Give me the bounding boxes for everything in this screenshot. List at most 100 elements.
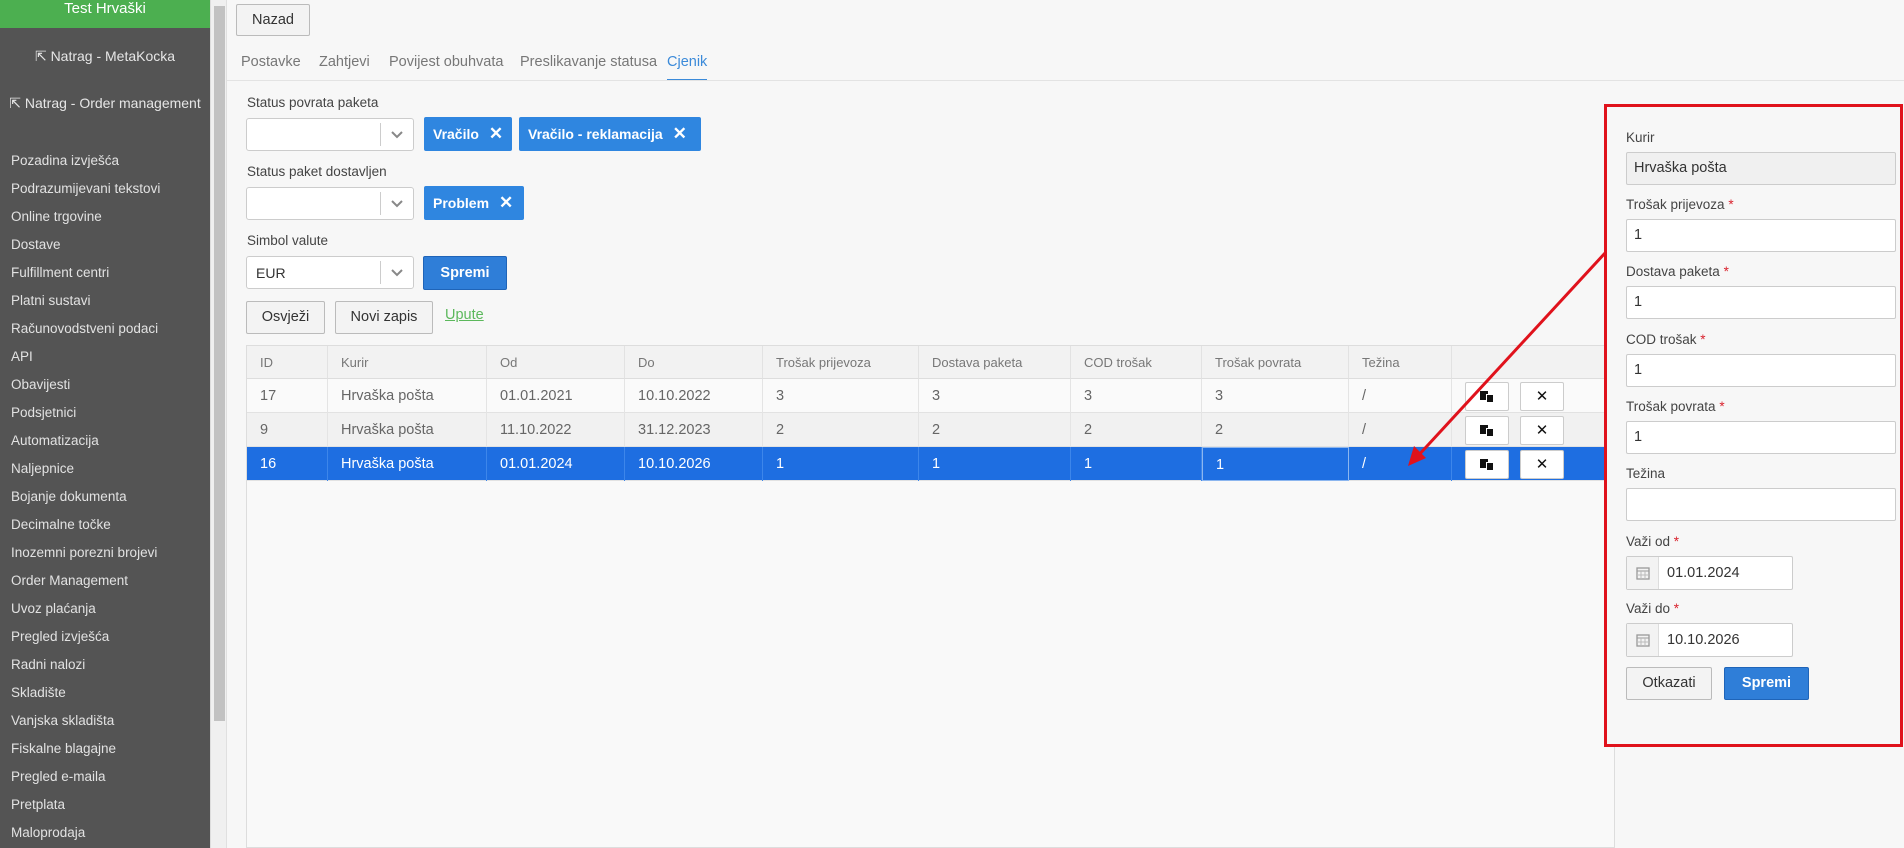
tab-bar: Postavke Zahtjevi Povijest obuhvata Pres… xyxy=(227,48,1904,81)
calendar-icon[interactable] xyxy=(1627,624,1659,656)
sidebar-item[interactable]: Obavijesti xyxy=(11,376,160,404)
cell-id: 16 xyxy=(247,447,328,481)
delete-row-button[interactable]: ✕ xyxy=(1520,416,1564,445)
sidebar-item[interactable]: Radni nalozi xyxy=(11,656,160,684)
column-header[interactable]: Dostava paketa xyxy=(919,346,1071,379)
sidebar-item[interactable]: Inozemni porezni brojevi xyxy=(11,544,160,572)
new-record-button[interactable]: Novi zapis xyxy=(335,301,433,334)
sidebar-item[interactable]: API xyxy=(11,348,160,376)
sign-out-icon: ⇱ xyxy=(34,48,51,64)
package-delivery-field[interactable]: 1 xyxy=(1626,286,1896,319)
currency-select[interactable]: EUR xyxy=(246,256,414,289)
sidebar-item[interactable]: Uvoz plaćanja xyxy=(11,600,160,628)
copy-row-button[interactable] xyxy=(1465,416,1509,445)
sidebar-scrollbar[interactable] xyxy=(210,0,226,848)
delete-row-button[interactable]: ✕ xyxy=(1520,382,1564,411)
copy-icon xyxy=(1480,391,1494,403)
sidebar-item[interactable]: Skladište xyxy=(11,684,160,712)
cell-to: 31.12.2023 xyxy=(625,413,763,447)
chevron-down-icon[interactable] xyxy=(390,199,404,209)
weight-label: Težina xyxy=(1626,466,1666,481)
copy-icon xyxy=(1480,459,1494,471)
cell-return-cost[interactable]: 1 xyxy=(1202,447,1349,481)
sidebar: Test Hrvaški ⇱ Natrag - MetaKocka ⇱ Natr… xyxy=(0,0,210,848)
save-currency-button[interactable]: Spremi xyxy=(423,256,507,290)
sidebar-item[interactable]: Decimalne točke xyxy=(11,516,160,544)
delete-row-button[interactable]: ✕ xyxy=(1520,450,1564,479)
column-header[interactable]: Kurir xyxy=(328,346,487,379)
remove-tag-icon[interactable]: ✕ xyxy=(489,117,503,151)
delivered-status-label: Status paket dostavljen xyxy=(247,164,387,179)
sidebar-item[interactable]: Pretplata xyxy=(11,796,160,824)
column-header[interactable]: Težina xyxy=(1349,346,1452,379)
sidebar-item[interactable]: Platni sustavi xyxy=(11,292,160,320)
valid-to-datepicker[interactable]: 10.10.2026 xyxy=(1626,623,1793,657)
tab-postavke[interactable]: Postavke xyxy=(241,54,301,70)
table-row[interactable]: 9 Hrvaška pošta 11.10.2022 31.12.2023 2 … xyxy=(247,413,1614,447)
remove-tag-icon[interactable]: ✕ xyxy=(673,117,687,151)
sidebar-item[interactable]: Maloprodaja xyxy=(11,824,160,848)
valid-from-datepicker[interactable]: 01.01.2024 xyxy=(1626,556,1793,590)
guide-link[interactable]: Upute xyxy=(445,307,484,323)
tab-cjenik[interactable]: Cjenik xyxy=(667,54,708,80)
cell-id: 17 xyxy=(247,379,328,413)
sidebar-item[interactable]: Order Management xyxy=(11,572,160,600)
column-header[interactable]: Trošak povrata xyxy=(1202,346,1349,379)
column-header[interactable]: Trošak prijevoza xyxy=(763,346,919,379)
cell-transport-cost: 1 xyxy=(763,447,919,481)
valid-from-label: Važi od * xyxy=(1626,534,1680,549)
sidebar-item[interactable]: Pregled izvješća xyxy=(11,628,160,656)
delivered-status-tag-label: Problem xyxy=(433,195,490,211)
required-mark: * xyxy=(1673,601,1680,616)
required-mark: * xyxy=(1719,399,1725,414)
sidebar-scrollbar-thumb[interactable] xyxy=(214,6,225,721)
column-header[interactable]: COD trošak xyxy=(1071,346,1202,379)
cell-package-delivery: 3 xyxy=(919,379,1071,413)
chevron-down-icon[interactable] xyxy=(390,268,404,278)
copy-row-button[interactable] xyxy=(1465,450,1509,479)
table-row[interactable]: 17 Hrvaška pošta 01.01.2021 10.10.2022 3… xyxy=(247,379,1614,413)
delivered-status-select[interactable] xyxy=(246,187,414,220)
calendar-icon[interactable] xyxy=(1627,557,1659,589)
back-to-order-management-link[interactable]: ⇱ Natrag - Order management xyxy=(0,95,210,112)
sidebar-item[interactable]: Fulfillment centri xyxy=(11,264,160,292)
delivered-status-tag: Problem ✕ xyxy=(424,186,524,220)
back-to-order-management-label: Natrag - Order management xyxy=(24,95,201,111)
refresh-button[interactable]: Osvježi xyxy=(246,301,325,334)
column-header[interactable]: ID xyxy=(247,346,328,379)
table-row-selected[interactable]: 16 Hrvaška pošta 01.01.2024 10.10.2026 1… xyxy=(247,447,1614,481)
sidebar-item[interactable]: Automatizacija xyxy=(11,432,160,460)
tab-povijest-obuhvata[interactable]: Povijest obuhvata xyxy=(389,54,503,70)
return-cost-field[interactable]: 1 xyxy=(1626,421,1896,454)
copy-row-button[interactable] xyxy=(1465,382,1509,411)
sidebar-item[interactable]: Vanjska skladišta xyxy=(11,712,160,740)
sidebar-item[interactable]: Računovodstveni podaci xyxy=(11,320,160,348)
tab-zahtjevi[interactable]: Zahtjevi xyxy=(319,54,370,70)
remove-tag-icon[interactable]: ✕ xyxy=(499,186,513,220)
chevron-down-icon[interactable] xyxy=(390,130,404,140)
sidebar-item[interactable]: Podsjetnici xyxy=(11,404,160,432)
weight-field[interactable] xyxy=(1626,488,1896,521)
sidebar-item[interactable]: Online trgovine xyxy=(11,208,160,236)
select-separator xyxy=(380,261,381,284)
sidebar-item[interactable]: Pregled e-maila xyxy=(11,768,160,796)
transport-cost-field[interactable]: 1 xyxy=(1626,219,1896,252)
sidebar-item[interactable]: Fiskalne blagajne xyxy=(11,740,160,768)
close-icon: ✕ xyxy=(1535,456,1549,473)
back-to-metakocka-link[interactable]: ⇱ Natrag - MetaKocka xyxy=(0,48,210,65)
tab-preslikavanje-statusa[interactable]: Preslikavanje statusa xyxy=(520,54,657,70)
cod-cost-field[interactable]: 1 xyxy=(1626,354,1896,387)
sidebar-item[interactable]: Pozadina izvješća xyxy=(11,152,160,180)
column-header[interactable]: Do xyxy=(625,346,763,379)
save-button[interactable]: Spremi xyxy=(1724,667,1809,700)
sidebar-item[interactable]: Bojanje dokumenta xyxy=(11,488,160,516)
sidebar-item[interactable]: Naljepnice xyxy=(11,460,160,488)
required-mark: * xyxy=(1723,264,1729,279)
return-status-select[interactable] xyxy=(246,118,414,151)
back-button[interactable]: Nazad xyxy=(236,4,310,36)
column-header[interactable]: Od xyxy=(487,346,625,379)
close-icon: ✕ xyxy=(1535,388,1549,405)
sidebar-item[interactable]: Dostave xyxy=(11,236,160,264)
sidebar-item[interactable]: Podrazumijevani tekstovi xyxy=(11,180,160,208)
cancel-button[interactable]: Otkazati xyxy=(1626,667,1712,700)
